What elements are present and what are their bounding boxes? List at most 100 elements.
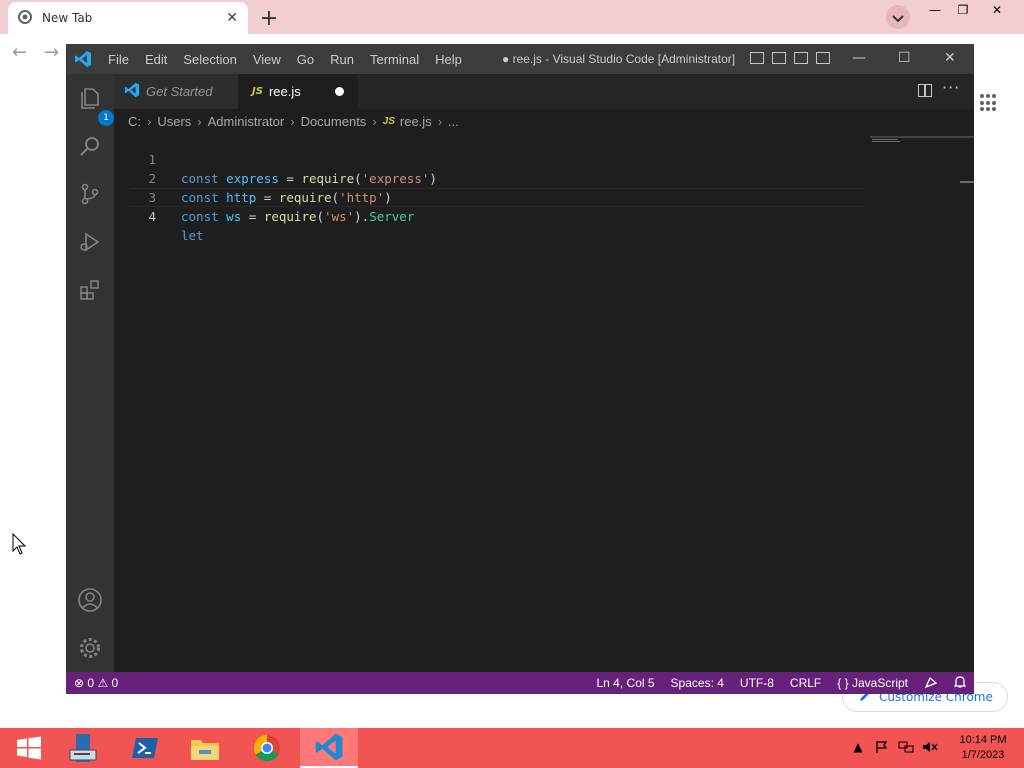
menu-view[interactable]: View — [245, 52, 289, 67]
menu-terminal[interactable]: Terminal — [362, 52, 427, 67]
breadcrumb-symbol[interactable]: ... — [448, 114, 459, 129]
breadcrumb: C: › Users › Administrator › Documents ›… — [128, 112, 459, 130]
encoding-status[interactable]: UTF-8 — [732, 676, 782, 690]
line-number: 4 — [148, 209, 156, 224]
breadcrumb-file[interactable]: ree.js — [400, 114, 432, 129]
warning-icon: ⚠ — [97, 676, 109, 690]
run-debug-icon[interactable] — [76, 228, 104, 256]
accounts-icon[interactable] — [76, 586, 104, 614]
toggle-panel-icon[interactable] — [772, 52, 786, 64]
search-icon[interactable] — [76, 132, 104, 160]
more-actions-icon[interactable]: ··· — [942, 78, 960, 97]
chevron-right-icon: › — [197, 113, 202, 129]
source-control-icon[interactable] — [76, 180, 104, 208]
toggle-primary-sidebar-icon[interactable] — [750, 52, 764, 64]
toggle-secondary-sidebar-icon[interactable] — [794, 52, 808, 64]
javascript-file-icon: JS — [252, 86, 263, 97]
apps-grid-icon[interactable] — [980, 94, 998, 112]
error-icon: ⊗ — [74, 676, 85, 690]
breadcrumb-users[interactable]: Users — [157, 114, 191, 129]
editor-tabs-bar: Get Started JS ree.js ··· — [114, 74, 974, 109]
vscode-maximize-button[interactable]: ☐ — [898, 50, 911, 66]
minimap[interactable] — [870, 130, 960, 142]
chrome-logo-icon — [18, 9, 32, 28]
cursor-position-status[interactable]: Ln 4, Col 5 — [589, 676, 663, 690]
gear-icon[interactable] — [76, 634, 104, 662]
menu-go[interactable]: Go — [289, 52, 322, 67]
code-line: 4 let — [114, 188, 914, 243]
vscode-logo-icon — [124, 82, 140, 102]
tab-search-button[interactable] — [886, 5, 910, 29]
notifications-bell-icon[interactable] — [946, 675, 974, 692]
chevron-right-icon: › — [372, 113, 377, 129]
chrome-task-icon[interactable] — [238, 728, 296, 768]
chrome-restore-button[interactable]: ❐ — [948, 0, 978, 20]
network-icon[interactable] — [898, 739, 914, 755]
clock-date: 1/7/2023 — [961, 749, 1005, 761]
javascript-file-icon: JS — [382, 115, 395, 127]
eol-status[interactable]: CRLF — [782, 676, 829, 690]
mouse-cursor-icon — [12, 532, 27, 559]
tab-label: ree.js — [268, 84, 301, 99]
start-button[interactable] — [0, 728, 58, 768]
powershell-task-icon[interactable] — [116, 728, 174, 768]
close-icon[interactable]: ✕ — [226, 10, 238, 26]
code-line: 3 const ws = require('ws').Server — [114, 169, 914, 224]
code-editor[interactable]: 1 const express = require('express') 2 c… — [114, 130, 914, 670]
window-title: ● ree.js - Visual Studio Code [Administr… — [502, 52, 736, 66]
extensions-icon[interactable] — [76, 276, 104, 304]
code-line: 1 const express = require('express') — [114, 131, 914, 186]
problems-status[interactable]: ⊗ 0 ⚠ 0 — [66, 676, 126, 690]
menu-edit[interactable]: Edit — [137, 52, 175, 67]
back-icon[interactable]: ← — [12, 42, 27, 63]
vscode-logo-icon — [66, 44, 100, 74]
clock-time: 10:14 PM — [959, 734, 1007, 746]
show-hidden-icons-icon[interactable]: ▲ — [850, 739, 866, 755]
file-explorer-task-icon[interactable] — [176, 728, 234, 768]
chrome-tab-new-tab[interactable]: New Tab ✕ — [8, 2, 248, 34]
split-editor-icon[interactable] — [918, 84, 932, 97]
windows-taskbar — [0, 728, 1024, 768]
vscode-task-icon[interactable] — [300, 728, 358, 768]
chevron-right-icon: › — [437, 113, 443, 129]
vscode-close-button[interactable]: ✕ — [944, 50, 956, 66]
breadcrumb-administrator[interactable]: Administrator — [208, 114, 285, 129]
scrollbar-cursor-marker — [960, 181, 974, 183]
vscode-minimize-button[interactable]: — — [852, 50, 866, 66]
new-tab-button[interactable]: + — [256, 5, 282, 31]
customize-layout-icon[interactable] — [816, 52, 830, 64]
explorer-icon[interactable]: 1 — [76, 84, 114, 126]
feedback-icon[interactable] — [916, 675, 946, 692]
indentation-status[interactable]: Spaces: 4 — [663, 676, 732, 690]
tab-ree-js[interactable]: JS ree.js — [238, 74, 358, 109]
braces-icon: { } — [837, 676, 849, 690]
chrome-tab-title: New Tab — [42, 11, 93, 25]
activity-bar: 1 — [66, 74, 114, 672]
menu-selection[interactable]: Selection — [175, 52, 244, 67]
volume-muted-icon[interactable] — [922, 739, 938, 755]
vscode-titlebar: File Edit Selection View Go Run Terminal… — [66, 44, 974, 74]
status-bar: ⊗ 0 ⚠ 0 Ln 4, Col 5 Spaces: 4 UTF-8 CRLF… — [66, 672, 974, 694]
code-line: 2 const http = require('http') — [114, 150, 914, 205]
server-manager-task-icon[interactable] — [54, 728, 112, 768]
breadcrumb-drive[interactable]: C: — [128, 114, 141, 129]
menu-run[interactable]: Run — [322, 52, 362, 67]
unsaved-dot-icon[interactable] — [335, 87, 344, 96]
chrome-minimize-button[interactable]: — — [920, 0, 950, 20]
tab-get-started[interactable]: Get Started — [114, 74, 238, 109]
chevron-down-icon — [892, 8, 904, 27]
forward-icon[interactable]: → — [44, 42, 59, 63]
chevron-right-icon: › — [147, 113, 152, 129]
taskbar-clock[interactable]: 10:14 PM 1/7/2023 — [948, 733, 1018, 763]
chevron-right-icon: › — [290, 113, 295, 129]
chrome-close-button[interactable]: ✕ — [982, 0, 1012, 20]
minimap-slider[interactable] — [870, 136, 974, 138]
tab-label: Get Started — [146, 84, 213, 99]
explorer-badge: 1 — [98, 110, 114, 126]
language-mode-status[interactable]: { } JavaScript — [829, 676, 916, 690]
vscode-window: File Edit Selection View Go Run Terminal… — [66, 44, 974, 694]
menu-file[interactable]: File — [100, 52, 137, 67]
flag-icon[interactable] — [874, 739, 890, 755]
breadcrumb-documents[interactable]: Documents — [301, 114, 367, 129]
menu-help[interactable]: Help — [427, 52, 470, 67]
